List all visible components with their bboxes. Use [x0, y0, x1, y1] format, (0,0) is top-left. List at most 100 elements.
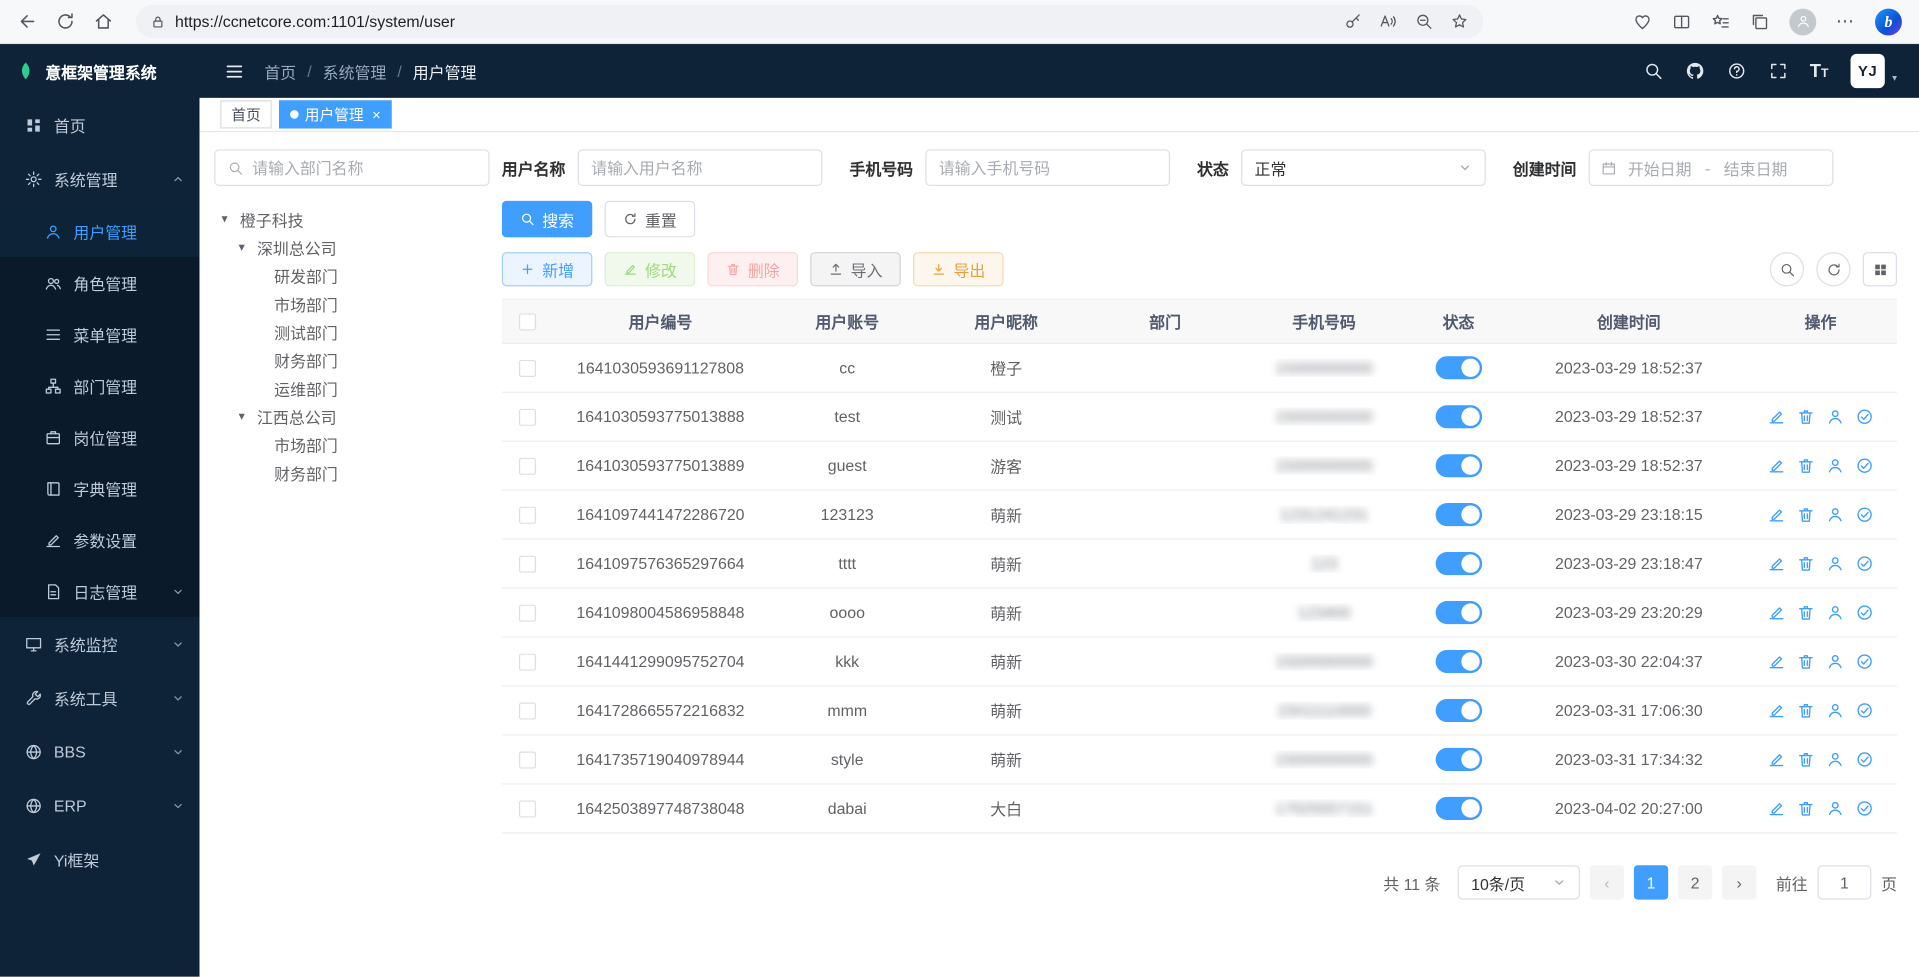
status-toggle[interactable] [1435, 552, 1482, 575]
sidebar-item-log-mgmt[interactable]: 日志管理 [0, 565, 199, 616]
edit-button[interactable]: 修改 [605, 252, 696, 286]
home-icon[interactable] [93, 11, 114, 32]
sidebar-collapse-icon[interactable] [224, 61, 245, 82]
delete-icon[interactable] [1797, 554, 1815, 572]
status-toggle[interactable] [1435, 797, 1482, 820]
address-bar[interactable]: https://ccnetcore.com:1101/system/user [136, 5, 1484, 38]
assign-role-icon[interactable] [1855, 652, 1873, 670]
edit-icon[interactable] [1767, 505, 1785, 523]
reset-password-icon[interactable] [1826, 554, 1844, 572]
sidebar-item-role-mgmt[interactable]: 角色管理 [0, 257, 199, 308]
status-toggle[interactable] [1435, 405, 1482, 428]
reset-password-icon[interactable] [1826, 603, 1844, 621]
reset-password-icon[interactable] [1826, 799, 1844, 817]
edit-icon[interactable] [1767, 457, 1785, 475]
tab-user-mgmt[interactable]: 用户管理 × [279, 100, 392, 128]
sidebar-item-yi-framework[interactable]: Yi框架 [0, 832, 199, 886]
reset-password-icon[interactable] [1826, 701, 1844, 719]
date-range-picker[interactable]: 开始日期 - 结束日期 [1589, 149, 1834, 186]
edit-icon[interactable] [1767, 408, 1785, 426]
assign-role-icon[interactable] [1855, 799, 1873, 817]
delete-icon[interactable] [1797, 799, 1815, 817]
reset-password-icon[interactable] [1826, 408, 1844, 426]
delete-icon[interactable] [1797, 652, 1815, 670]
delete-icon[interactable] [1797, 457, 1815, 475]
breadcrumb-item[interactable]: 系统管理 [323, 59, 387, 82]
tree-caret-icon[interactable]: ▾ [222, 213, 234, 226]
row-checkbox[interactable] [519, 457, 536, 474]
row-checkbox[interactable] [519, 604, 536, 621]
page-2-button[interactable]: 2 [1678, 865, 1712, 899]
sidebar-item-dept-mgmt[interactable]: 部门管理 [0, 360, 199, 411]
sidebar-item-post-mgmt[interactable]: 岗位管理 [0, 411, 199, 462]
status-select[interactable]: 正常 [1241, 149, 1486, 186]
search-button[interactable]: 搜索 [502, 201, 593, 238]
row-checkbox[interactable] [519, 800, 536, 817]
add-favorite-icon[interactable] [1450, 12, 1468, 30]
assign-role-icon[interactable] [1855, 701, 1873, 719]
delete-button[interactable]: 删除 [707, 252, 798, 286]
assign-role-icon[interactable] [1855, 457, 1873, 475]
edit-icon[interactable] [1767, 701, 1785, 719]
assign-role-icon[interactable] [1855, 603, 1873, 621]
row-checkbox[interactable] [519, 359, 536, 376]
column-settings-button[interactable] [1863, 252, 1897, 286]
status-toggle[interactable] [1435, 356, 1482, 379]
sidebar-item-user-mgmt[interactable]: 用户管理 [0, 206, 199, 257]
sidebar-item-param-settings[interactable]: 参数设置 [0, 514, 199, 565]
toggle-search-button[interactable] [1770, 252, 1804, 286]
sidebar-item-menu-mgmt[interactable]: 菜单管理 [0, 308, 199, 359]
browser-essentials-icon[interactable] [1633, 12, 1653, 32]
edit-icon[interactable] [1767, 750, 1785, 768]
tree-node[interactable]: 市场部门 [214, 290, 489, 318]
user-avatar[interactable]: YJ [1851, 54, 1885, 88]
tab-home[interactable]: 首页 [220, 100, 271, 128]
tree-node[interactable]: 市场部门 [214, 431, 489, 459]
phone-input[interactable] [925, 149, 1170, 186]
favorites-bar-icon[interactable] [1711, 12, 1731, 32]
reset-password-icon[interactable] [1826, 457, 1844, 475]
sidebar-item-dict-mgmt[interactable]: 字典管理 [0, 463, 199, 514]
split-screen-icon[interactable] [1672, 12, 1692, 32]
sidebar-item-home[interactable]: 首页 [0, 98, 199, 152]
import-button[interactable]: 导入 [810, 252, 901, 286]
zoom-out-icon[interactable] [1415, 12, 1433, 30]
row-checkbox[interactable] [519, 751, 536, 768]
export-button[interactable]: 导出 [913, 252, 1004, 286]
delete-icon[interactable] [1797, 408, 1815, 426]
collections-icon[interactable] [1750, 12, 1770, 32]
prev-page-button[interactable]: ‹ [1590, 865, 1624, 899]
tree-node[interactable]: 财务部门 [214, 346, 489, 374]
tree-node[interactable]: ▾江西总公司 [214, 403, 489, 431]
page-size-select[interactable]: 10条/页 [1458, 865, 1580, 899]
profile-avatar[interactable] [1789, 8, 1816, 35]
delete-icon[interactable] [1797, 750, 1815, 768]
tree-caret-icon[interactable]: ▾ [239, 410, 251, 423]
sidebar-item-system-tools[interactable]: 系统工具 [0, 671, 199, 725]
sidebar-item-system-mgmt[interactable]: 系统管理 [0, 152, 199, 206]
github-icon[interactable] [1685, 61, 1705, 81]
breadcrumb-item[interactable]: 首页 [264, 59, 296, 82]
fullscreen-icon[interactable] [1768, 61, 1788, 81]
select-all-checkbox[interactable] [519, 313, 536, 330]
edit-icon[interactable] [1767, 652, 1785, 670]
edit-icon[interactable] [1767, 603, 1785, 621]
status-toggle[interactable] [1435, 454, 1482, 477]
password-key-icon[interactable] [1344, 12, 1362, 30]
status-toggle[interactable] [1435, 503, 1482, 526]
status-toggle[interactable] [1435, 699, 1482, 722]
edit-icon[interactable] [1767, 799, 1785, 817]
close-tab-icon[interactable]: × [372, 106, 381, 123]
tree-node[interactable]: 财务部门 [214, 459, 489, 487]
search-icon[interactable] [1643, 61, 1663, 81]
back-icon[interactable] [17, 11, 38, 32]
assign-role-icon[interactable] [1855, 408, 1873, 426]
help-icon[interactable] [1727, 61, 1747, 81]
font-size-icon[interactable]: TT [1810, 62, 1829, 80]
sidebar-item-bbs[interactable]: BBS [0, 725, 199, 779]
row-checkbox[interactable] [519, 702, 536, 719]
status-toggle[interactable] [1435, 748, 1482, 771]
tree-node[interactable]: 运维部门 [214, 375, 489, 403]
tree-node[interactable]: 测试部门 [214, 318, 489, 346]
dept-search-input[interactable] [252, 158, 476, 176]
